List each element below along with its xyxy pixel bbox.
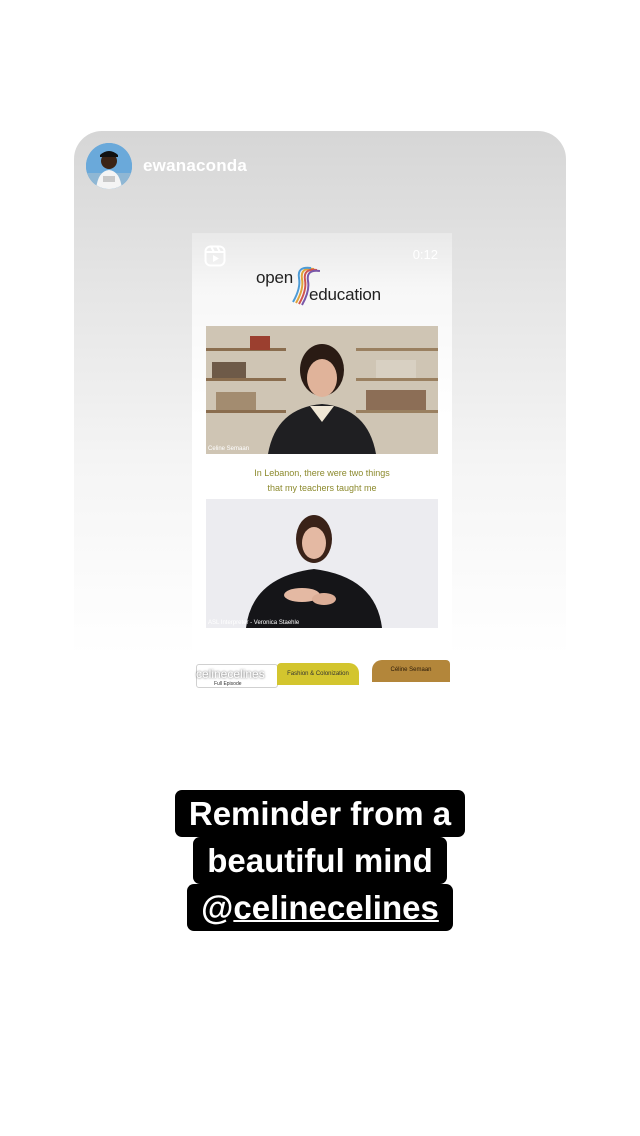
logo-word-open: open: [256, 268, 294, 287]
user-avatar[interactable]: [86, 143, 132, 189]
subtitle: In Lebanon, there were two things that m…: [212, 466, 432, 496]
episode-tag-label: Full Episode: [214, 681, 242, 687]
caption-at-sign: @: [201, 889, 234, 926]
caption-line-3: @celinecelines: [187, 884, 453, 931]
username[interactable]: ewanaconda: [143, 156, 247, 176]
reels-icon: [204, 245, 226, 267]
topic-tag: Fashion & Colonization: [277, 663, 359, 685]
reel-duration: 0:12: [412, 247, 438, 262]
caption-line-2: beautiful mind: [193, 837, 447, 884]
subtitle-line-1: In Lebanon, there were two things: [254, 468, 390, 478]
speaker-video-frame: [206, 326, 438, 454]
speaker-tag: Céline Semaan: [372, 660, 450, 682]
interpreter-name-label: ASL Interpreter - Veronica Staehle: [208, 620, 300, 626]
open-education-logo: open education: [254, 263, 404, 311]
interpreter-video: ASL Interpreter - Veronica Staehle: [206, 499, 438, 628]
mention-sticker[interactable]: celinecelines: [196, 667, 265, 681]
story-caption: Reminder from a beautiful mind @celinece…: [0, 790, 640, 931]
avatar-photo: [86, 143, 132, 189]
interpreter-video-frame: [206, 499, 438, 628]
reel-preview[interactable]: 0:12 open education Celine Semaan In Leb…: [192, 233, 452, 694]
reel-tag-bar: Fashion & Colonization Céline Semaan Ful…: [192, 658, 452, 694]
subtitle-line-2: that my teachers taught me: [267, 483, 377, 493]
speaker-name-label: Celine Semaan: [208, 446, 250, 452]
logo-word-education: education: [309, 285, 381, 304]
caption-line-1: Reminder from a: [174, 790, 466, 837]
speaker-video: Celine Semaan: [206, 326, 438, 454]
caption-mention-link[interactable]: celinecelines: [233, 889, 438, 926]
